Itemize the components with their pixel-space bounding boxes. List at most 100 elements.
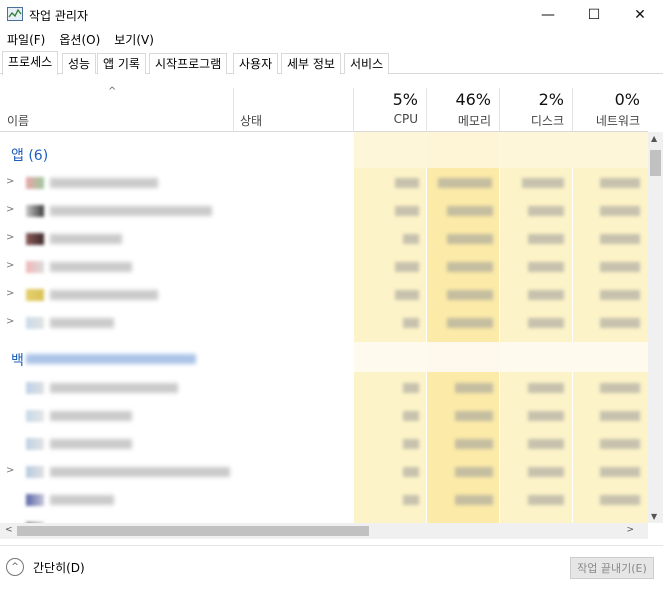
list-item[interactable]: > bbox=[0, 197, 648, 225]
group-header-band bbox=[354, 132, 648, 168]
list-item[interactable] bbox=[0, 374, 648, 402]
process-name-redacted bbox=[50, 383, 178, 393]
maximize-button[interactable]: ☐ bbox=[571, 0, 617, 30]
list-item[interactable]: > bbox=[0, 253, 648, 281]
window-title: 작업 관리자 bbox=[29, 9, 89, 23]
cpu-value-redacted bbox=[403, 234, 419, 244]
network-value-redacted bbox=[600, 290, 640, 300]
column-network[interactable]: 0% 네트워크 bbox=[573, 74, 648, 132]
list-item[interactable] bbox=[0, 402, 648, 430]
tab-startup[interactable]: 시작프로그램 bbox=[149, 53, 228, 74]
expand-chevron-icon[interactable]: > bbox=[6, 176, 14, 187]
cpu-value-redacted bbox=[395, 262, 419, 272]
tab-performance[interactable]: 성능 bbox=[62, 53, 97, 74]
app-name-redacted bbox=[50, 290, 158, 300]
horizontal-scroll-thumb[interactable] bbox=[17, 526, 369, 536]
menu-view[interactable]: 보기(V) bbox=[107, 30, 161, 50]
disk-value-redacted bbox=[528, 411, 564, 421]
horizontal-scrollbar[interactable]: < > bbox=[0, 523, 648, 539]
tab-app-history[interactable]: 앱 기록 bbox=[97, 53, 146, 74]
cpu-value-redacted bbox=[403, 439, 419, 449]
title-bar: 작업 관리자 — ☐ ✕ bbox=[0, 0, 663, 30]
list-item[interactable] bbox=[0, 514, 648, 523]
process-name-redacted bbox=[50, 439, 132, 449]
network-value-redacted bbox=[600, 495, 640, 505]
expand-chevron-icon[interactable]: > bbox=[6, 204, 14, 215]
tab-users[interactable]: 사용자 bbox=[233, 53, 279, 74]
fewer-details-button[interactable]: ^ 간단히(D) bbox=[6, 558, 85, 576]
group-title-redacted bbox=[26, 354, 196, 364]
menu-options[interactable]: 옵션(O) bbox=[52, 30, 107, 50]
end-task-button[interactable]: 작업 끝내기(E) bbox=[570, 557, 654, 579]
column-status[interactable]: 상태 bbox=[240, 112, 262, 129]
app-name-redacted bbox=[50, 178, 158, 188]
group-apps[interactable]: 앱 (6) bbox=[11, 145, 48, 165]
disk-value-redacted bbox=[528, 234, 564, 244]
tab-processes[interactable]: 프로세스 bbox=[2, 51, 59, 75]
memory-value-redacted bbox=[455, 383, 493, 393]
cpu-value-redacted bbox=[395, 206, 419, 216]
vertical-scroll-thumb[interactable] bbox=[650, 150, 661, 176]
list-item[interactable]: > bbox=[0, 309, 648, 337]
menu-bar: 파일(F) 옵션(O) 보기(V) bbox=[0, 30, 161, 50]
memory-value-redacted bbox=[455, 411, 493, 421]
network-value-redacted bbox=[600, 318, 640, 328]
network-percent: 0% bbox=[614, 90, 640, 109]
column-disk[interactable]: 2% 디스크 bbox=[500, 74, 572, 132]
tab-details[interactable]: 세부 정보 bbox=[281, 53, 341, 74]
disk-value-redacted bbox=[522, 178, 564, 188]
app-name-redacted bbox=[50, 262, 132, 272]
vertical-scrollbar[interactable]: ▲ ▼ bbox=[648, 132, 663, 523]
app-name-redacted bbox=[50, 234, 122, 244]
menu-file[interactable]: 파일(F) bbox=[0, 30, 52, 50]
list-item[interactable]: > bbox=[0, 281, 648, 309]
scroll-up-arrow-icon[interactable]: ▲ bbox=[651, 134, 657, 143]
disk-value-redacted bbox=[528, 262, 564, 272]
cpu-value-redacted bbox=[395, 178, 419, 188]
memory-value-redacted bbox=[455, 439, 493, 449]
app-icon bbox=[26, 466, 44, 478]
close-button[interactable]: ✕ bbox=[617, 0, 663, 30]
disk-label: 디스크 bbox=[530, 114, 564, 128]
column-divider[interactable] bbox=[233, 88, 234, 132]
network-value-redacted bbox=[600, 234, 640, 244]
app-icon bbox=[26, 289, 44, 301]
scroll-right-arrow-icon[interactable]: > bbox=[626, 525, 634, 535]
disk-value-redacted bbox=[528, 467, 564, 477]
expand-chevron-icon[interactable]: > bbox=[6, 232, 14, 243]
app-icon bbox=[26, 410, 44, 422]
group-background[interactable]: 백 bbox=[11, 350, 24, 370]
group-header-band bbox=[354, 342, 648, 372]
list-item[interactable] bbox=[0, 486, 648, 514]
list-item[interactable] bbox=[0, 430, 648, 458]
list-item[interactable]: > bbox=[0, 458, 648, 486]
network-value-redacted bbox=[600, 383, 640, 393]
scroll-left-arrow-icon[interactable]: < bbox=[5, 525, 13, 535]
footer-bar: ^ 간단히(D) 작업 끝내기(E) bbox=[0, 545, 663, 589]
column-cpu[interactable]: 5% CPU bbox=[354, 74, 426, 132]
column-name[interactable]: 이름 bbox=[7, 112, 29, 129]
expand-chevron-icon[interactable]: > bbox=[6, 288, 14, 299]
cpu-value-redacted bbox=[403, 411, 419, 421]
app-icon bbox=[26, 317, 44, 329]
app-name-redacted bbox=[50, 318, 114, 328]
list-item[interactable]: > bbox=[0, 225, 648, 253]
process-list[interactable]: 앱 (6) > > > > > > 백 > bbox=[0, 132, 648, 523]
expand-chevron-icon[interactable]: > bbox=[6, 316, 14, 327]
expand-chevron-icon[interactable]: > bbox=[6, 465, 14, 476]
memory-value-redacted bbox=[447, 290, 493, 300]
app-icon bbox=[26, 205, 44, 217]
disk-percent: 2% bbox=[538, 90, 564, 109]
tab-services[interactable]: 서비스 bbox=[344, 53, 390, 74]
disk-value-redacted bbox=[528, 383, 564, 393]
scroll-down-arrow-icon[interactable]: ▼ bbox=[651, 512, 657, 521]
column-memory[interactable]: 46% 메모리 bbox=[427, 74, 499, 132]
memory-label: 메모리 bbox=[457, 114, 491, 128]
cpu-value-redacted bbox=[403, 495, 419, 505]
expand-chevron-icon[interactable]: > bbox=[6, 260, 14, 271]
disk-value-redacted bbox=[528, 495, 564, 505]
network-value-redacted bbox=[600, 439, 640, 449]
minimize-button[interactable]: — bbox=[525, 0, 571, 30]
app-icon bbox=[26, 177, 44, 189]
list-item[interactable]: > bbox=[0, 169, 648, 197]
